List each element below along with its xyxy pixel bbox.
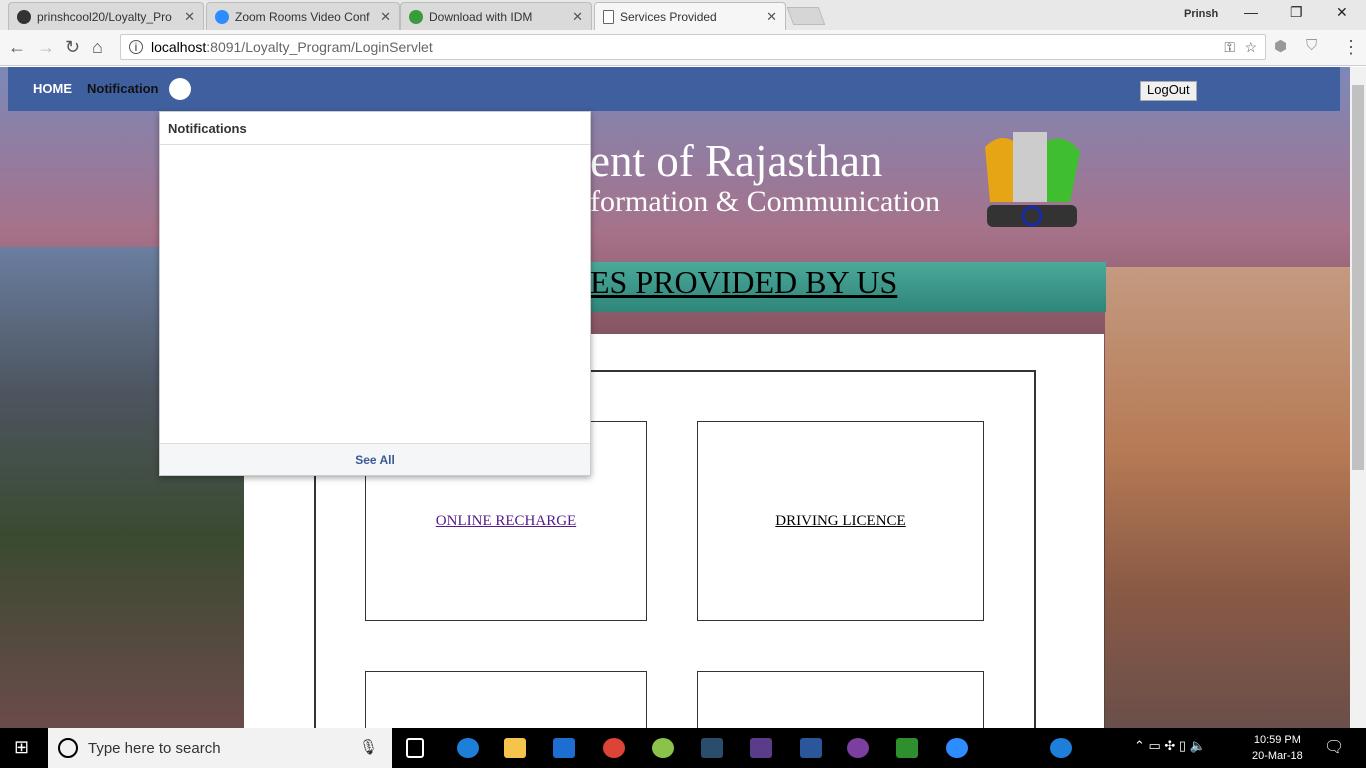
extension-icon[interactable]: ⬢ (1274, 37, 1287, 55)
tray-icons[interactable]: ⌃ ▭ ✣ ▯ 🔈 (1134, 738, 1206, 754)
idm-taskbar-icon[interactable] (896, 738, 918, 758)
zoom-icon (215, 9, 229, 24)
home-icon[interactable]: ⌂ (92, 37, 103, 58)
address-bar[interactable]: i localhost:8091/Loyalty_Program/LoginSe… (120, 34, 1266, 60)
page-viewport: ent of Rajasthan formation & Communicati… (0, 67, 1350, 728)
service-card[interactable] (365, 671, 647, 728)
online-recharge-link[interactable]: ONLINE RECHARGE (436, 513, 576, 530)
action-center-icon[interactable]: 🗨 (1324, 737, 1344, 757)
word-icon[interactable] (800, 738, 822, 758)
menu-icon[interactable]: ⋮ (1342, 37, 1360, 58)
tab-title: Services Provided (620, 9, 717, 24)
nav-notification[interactable]: Notification (87, 81, 159, 96)
tab-title: Download with IDM (429, 9, 533, 24)
profile-name[interactable]: Prinsh (1184, 8, 1218, 20)
cortana-icon[interactable] (58, 738, 78, 758)
mysql-icon[interactable] (701, 738, 723, 758)
scrollbar-thumb[interactable] (1352, 85, 1364, 470)
banner-heading[interactable]: ES PROVIDED BY US (590, 264, 897, 301)
github-icon (17, 9, 31, 24)
tab-github[interactable]: prinshcool20/Loyalty_Pro ✕ (8, 2, 204, 30)
defender-icon[interactable] (553, 738, 575, 758)
service-card[interactable] (697, 671, 984, 728)
taskbar-clock[interactable]: 10:59 PM 20-Mar-18 (1252, 732, 1303, 764)
taskbar-search[interactable]: Type here to search 🎙 (48, 728, 392, 768)
logout-button[interactable]: LogOut (1140, 81, 1197, 101)
chrome-icon[interactable] (603, 738, 625, 758)
browser-toolbar: ← → ↻ ⌂ i localhost:8091/Loyalty_Program… (0, 30, 1366, 66)
clock-time: 10:59 PM (1253, 734, 1301, 746)
tab-zoom[interactable]: Zoom Rooms Video Conf ✕ (206, 2, 400, 30)
extension-icon[interactable]: ⛉ (1306, 37, 1317, 54)
android-studio-icon[interactable] (652, 738, 674, 758)
tab-title: prinshcool20/Loyalty_Pro (37, 9, 172, 24)
windows-taskbar: ⊞ Type here to search 🎙 ⌃ ▭ ✣ ▯ 🔈 10:59 … (0, 728, 1366, 768)
close-icon[interactable]: ✕ (766, 9, 777, 25)
site-navbar: HOME Notification LogOut (8, 67, 1340, 111)
help-icon[interactable] (1050, 738, 1072, 758)
tab-idm[interactable]: Download with IDM ✕ (400, 2, 592, 30)
clock-date: 20-Mar-18 (1252, 750, 1303, 762)
info-icon[interactable]: i (129, 40, 143, 54)
url-host: localhost (151, 39, 207, 55)
service-card-driving-licence[interactable]: DRIVING LICENCE (697, 421, 984, 621)
notifications-heading: Notifications (160, 112, 590, 145)
national-emblem-logo (985, 132, 1080, 227)
page-scrollbar[interactable] (1350, 67, 1366, 728)
restore-icon[interactable]: ❐ (1290, 4, 1303, 21)
idm-icon (409, 9, 423, 24)
nav-home[interactable]: HOME (33, 81, 72, 96)
windows-start-icon[interactable]: ⊞ (14, 737, 29, 758)
tab-strip: prinshcool20/Loyalty_Pro ✕ Zoom Rooms Vi… (0, 0, 1366, 30)
app-icon[interactable] (847, 738, 869, 758)
driving-licence-link[interactable]: DRIVING LICENCE (775, 513, 905, 530)
zoom-taskbar-icon[interactable] (946, 738, 968, 758)
star-icon[interactable]: ☆ (1244, 39, 1257, 56)
close-icon[interactable]: ✕ (184, 9, 195, 25)
page-title: ent of Rajasthan (590, 136, 883, 186)
close-icon[interactable]: ✕ (380, 9, 391, 25)
page-icon (603, 9, 614, 24)
close-icon[interactable]: ✕ (572, 9, 583, 25)
java-ide-icon[interactable] (750, 738, 772, 758)
file-explorer-icon[interactable] (504, 738, 526, 758)
task-view-icon[interactable] (406, 738, 424, 758)
minimize-icon[interactable]: — (1244, 4, 1258, 20)
search-placeholder: Type here to search (88, 739, 221, 757)
key-icon[interactable]: ⚿ (1224, 39, 1235, 56)
page-subtitle: formation & Communication (590, 185, 940, 218)
url-path: :8091/Loyalty_Program/LoginServlet (206, 39, 433, 55)
notifications-dropdown: Notifications See All (159, 111, 591, 476)
notification-badge-icon[interactable] (169, 78, 191, 100)
tab-services[interactable]: Services Provided ✕ (594, 2, 786, 30)
tab-title: Zoom Rooms Video Conf (235, 9, 370, 24)
microphone-icon[interactable]: 🎙 (359, 738, 378, 756)
background-palace-image (1105, 267, 1350, 728)
reload-icon[interactable]: ↻ (65, 37, 80, 58)
edge-icon[interactable] (457, 738, 479, 758)
new-tab-button[interactable] (786, 7, 826, 25)
window-close-icon[interactable]: ✕ (1336, 4, 1348, 21)
back-icon[interactable]: ← (8, 37, 26, 58)
see-all-link[interactable]: See All (160, 443, 590, 475)
forward-icon[interactable]: → (37, 37, 55, 58)
